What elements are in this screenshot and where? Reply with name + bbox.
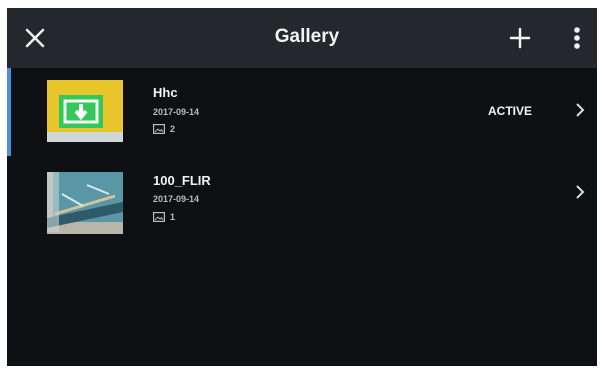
page-title: Gallery	[274, 26, 340, 47]
more-options-button[interactable]	[567, 24, 587, 52]
chevron-right-icon[interactable]	[574, 102, 586, 118]
image-icon	[153, 124, 165, 134]
gallery-item-100-flir[interactable]: 100_FLIR 2017-09-14 1	[7, 160, 597, 248]
chevron-right-icon[interactable]	[574, 184, 586, 200]
gallery-screen: Gallery Hhc 2017-09-14 2 ACTIVE 100_FLIR…	[7, 8, 597, 366]
close-icon	[25, 28, 45, 48]
item-date: 2017-09-14	[153, 107, 200, 117]
active-indicator	[7, 68, 11, 156]
more-vertical-icon	[574, 27, 580, 49]
yellow-download-thumbnail	[47, 80, 123, 142]
item-name: 100_FLIR	[153, 173, 211, 188]
item-name: Hhc	[153, 85, 178, 100]
gallery-list: Hhc 2017-09-14 2 ACTIVE 100_FLIR 2017-09…	[7, 68, 597, 366]
plus-icon	[509, 27, 531, 49]
thermal-pool-thumbnail	[47, 172, 123, 234]
gallery-header: Gallery	[7, 8, 597, 68]
close-button[interactable]	[21, 24, 49, 52]
image-icon	[153, 212, 165, 222]
status-badge: ACTIVE	[488, 104, 533, 118]
item-image-count: 1	[153, 212, 175, 222]
item-image-count-value: 2	[170, 124, 176, 134]
item-image-count-value: 1	[170, 212, 176, 222]
gallery-item-hhc[interactable]: Hhc 2017-09-14 2 ACTIVE	[7, 68, 597, 156]
item-image-count: 2	[153, 124, 175, 134]
item-date: 2017-09-14	[153, 194, 200, 204]
add-button[interactable]	[506, 24, 534, 52]
